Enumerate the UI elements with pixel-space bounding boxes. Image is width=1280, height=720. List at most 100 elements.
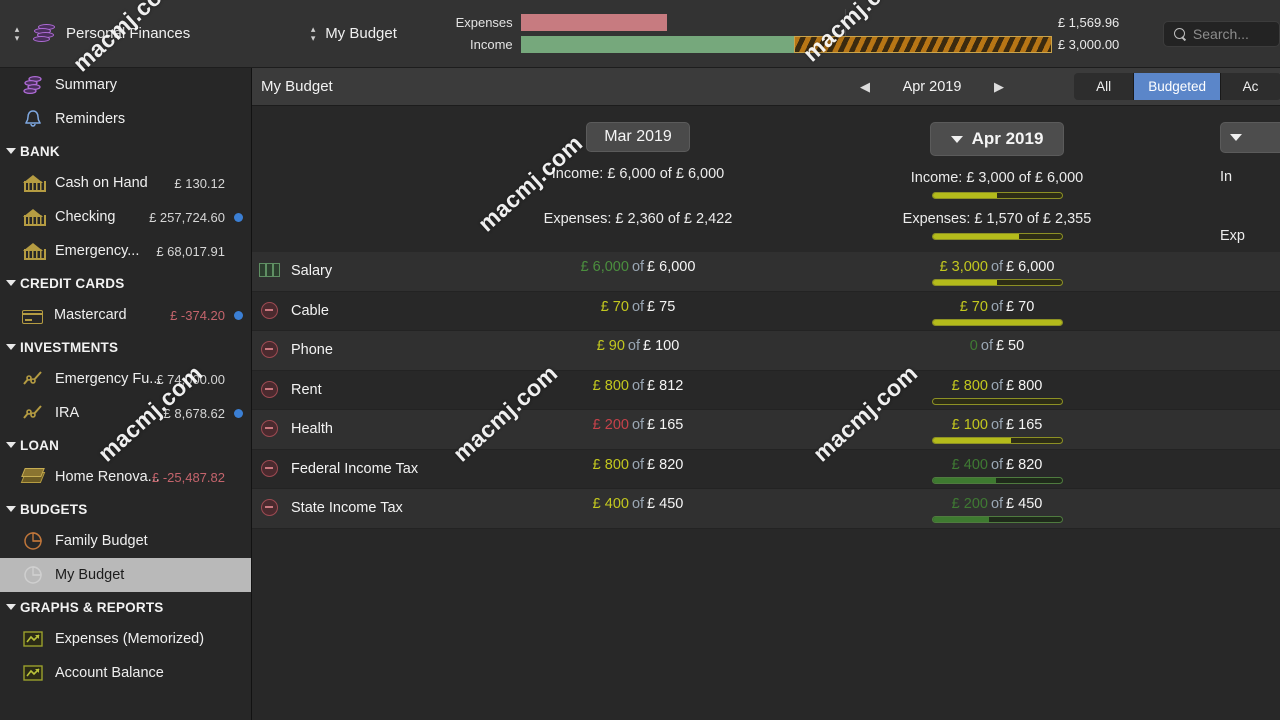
file-selector[interactable]: ▴ ▾ Personal Finances — [0, 23, 292, 45]
month-pill-apr[interactable]: Apr 2019 — [929, 122, 1065, 156]
cell-values: £ 70 of £ 70 — [857, 299, 1137, 315]
disclosure-triangle-icon[interactable] — [6, 506, 16, 512]
cell-values: £ 3,000 of £ 6,000 — [857, 259, 1137, 275]
actual-amount: £ 70 — [600, 298, 629, 315]
budget-amount: £ 6,000 — [647, 259, 696, 275]
of-separator: of — [990, 377, 1004, 394]
disclosure-triangle-icon[interactable] — [6, 280, 16, 286]
budget-cell-mar[interactable]: £ 70 of £ 75 — [498, 292, 778, 332]
budget-cell-apr[interactable]: £ 800 of £ 800 — [857, 371, 1137, 411]
disclosure-triangle-icon[interactable] — [6, 344, 16, 350]
sidebar-item-label: Checking — [55, 209, 116, 225]
budget-amount: £ 100 — [643, 338, 680, 354]
budget-cell-mar[interactable]: £ 400 of £ 450 — [498, 489, 778, 529]
sidebar-item-emergency...[interactable]: Emergency... £ 68,017.91 — [0, 234, 251, 268]
budget-selector[interactable]: ▴ ▾ My Budget — [308, 24, 434, 43]
budget-cell-mar[interactable]: £ 200 of £ 165 — [498, 410, 778, 450]
sidebar-group-bank[interactable]: BANK — [0, 136, 251, 166]
table-row[interactable]: Cable £ 70 of £ 75 £ 70 of £ 70 — [252, 291, 1280, 332]
sidebar-item-emergency-fu...[interactable]: Emergency Fu... £ 74,000.00 — [0, 362, 251, 396]
next-income-label: In — [1220, 169, 1233, 185]
category-name: Cable — [291, 302, 329, 319]
sidebar-item-home-renova...[interactable]: Home Renova... £ -25,487.82 — [0, 460, 251, 494]
month-navigator[interactable]: ◀ Apr 2019 ▶ — [860, 68, 1004, 106]
sidebar-group-credit-cards[interactable]: CREDIT CARDS — [0, 268, 251, 298]
sidebar-item-ira[interactable]: IRA £ 8,678.62 — [0, 396, 251, 430]
budget-cell-apr[interactable]: £ 70 of £ 70 — [857, 292, 1137, 332]
column-expenses-progress — [931, 233, 1063, 240]
sidebar-group-label: BANK — [20, 143, 60, 159]
budget-cell-apr[interactable]: £ 100 of £ 165 — [857, 410, 1137, 450]
sidebar-group-graphs-reports[interactable]: GRAPHS & REPORTS — [0, 592, 251, 622]
table-row[interactable]: Salary £ 6,000 of £ 6,000 £ 3,000 of £ 6,000 — [252, 252, 1280, 292]
of-separator: of — [631, 417, 645, 433]
graph-icon — [22, 629, 44, 649]
next-month-button[interactable]: ▶ — [994, 79, 1004, 95]
column-header-mar: Mar 2019 Income: £ 6,000 of £ 6,000 Expens… — [498, 106, 778, 227]
budget-cell-mar[interactable]: £ 800 of £ 820 — [498, 450, 778, 490]
prev-month-button[interactable]: ◀ — [860, 79, 870, 95]
sidebar-item-amount: £ 130.12 — [174, 175, 225, 191]
sidebar-item-expenses-memorized[interactable]: Expenses (Memorized) — [0, 622, 251, 656]
sidebar-group-investments[interactable]: INVESTMENTS — [0, 332, 251, 362]
budget-cell-apr[interactable]: £ 3,000 of £ 6,000 — [857, 252, 1137, 292]
sidebar-item-checking[interactable]: Checking £ 257,724.60 — [0, 200, 251, 234]
sidebar-item-mastercard[interactable]: Mastercard £ -374.20 — [0, 298, 251, 332]
table-row[interactable]: Health £ 200 of £ 165 £ 100 of £ 165 — [252, 410, 1280, 450]
search-icon — [1173, 27, 1186, 40]
filter-tab-budgeted[interactable]: Budgeted — [1134, 73, 1221, 100]
budget-stepper-icon[interactable]: ▴ ▾ — [308, 24, 318, 43]
sidebar-group-loan[interactable]: LOAN — [0, 430, 251, 460]
month-pill-mar[interactable]: Mar 2019 — [586, 122, 690, 152]
month-pill-next[interactable] — [1220, 122, 1280, 153]
sidebar-group-label: LOAN — [20, 437, 60, 453]
status-dot — [234, 212, 243, 222]
column-summary-mar: Income: £ 6,000 of £ 6,000 Expenses: £ 2,… — [498, 166, 778, 227]
budget-cell-apr[interactable]: 0 of £ 50 — [857, 331, 1137, 371]
filter-tab-ac[interactable]: Ac — [1221, 73, 1280, 100]
table-row[interactable]: Rent £ 800 of £ 812 £ 800 of £ 800 — [252, 370, 1280, 411]
sidebar-item-family-budget[interactable]: Family Budget — [0, 524, 251, 558]
sidebar-item-account-balance[interactable]: Account Balance — [0, 656, 251, 690]
budget-cell-mar[interactable]: £ 6,000 of £ 6,000 — [498, 252, 778, 292]
filter-tab-all[interactable]: All — [1074, 73, 1135, 100]
minus-circle-icon — [261, 380, 278, 398]
of-separator: of — [990, 417, 1004, 433]
sidebar[interactable]: Summary Reminders BANK Cash on Hand £ 130.12… — [0, 68, 252, 720]
sidebar-item-label: Emergency Fu... — [55, 371, 162, 387]
status-dot — [234, 408, 243, 418]
table-row[interactable]: State Income Tax £ 400 of £ 450 £ 200 of £ 450 — [252, 489, 1280, 529]
sidebar-item-cash-on-hand[interactable]: Cash on Hand £ 130.12 — [0, 166, 251, 200]
coins-icon — [31, 23, 57, 45]
sidebar-item-summary[interactable]: Summary — [0, 68, 251, 102]
top-toolbar: ▴ ▾ Personal Finances ▴ ▾ My Budget Expens… — [0, 0, 1280, 68]
sidebar-item-label: Family Budget — [55, 533, 148, 549]
budget-cell-mar[interactable]: £ 90 of £ 100 — [498, 331, 778, 371]
disclosure-triangle-icon[interactable] — [6, 604, 16, 610]
chart-income-label: Income — [470, 37, 513, 52]
chevron-down-icon[interactable] — [1230, 134, 1242, 141]
cell-progress-bar — [931, 397, 1063, 405]
column-header-apr: Apr 2019 Income: £ 3,000 of £ 6,000 Expens… — [857, 106, 1137, 240]
disclosure-triangle-icon[interactable] — [6, 442, 16, 448]
cell-progress-bar — [931, 437, 1063, 444]
filter-segmented-control[interactable]: All Budgeted Ac — [1074, 73, 1280, 100]
sidebar-item-reminders[interactable]: Reminders — [0, 102, 251, 136]
sidebar-item-label: Expenses (Memorized) — [55, 631, 205, 647]
of-separator: of — [980, 338, 993, 354]
budget-cell-mar[interactable]: £ 800 of £ 812 — [498, 371, 778, 411]
budget-cell-apr[interactable]: £ 400 of £ 820 — [857, 450, 1137, 490]
sidebar-group-budgets[interactable]: BUDGETS — [0, 494, 251, 524]
current-month-label: Apr 2019 — [902, 79, 962, 95]
chevron-down-icon[interactable] — [950, 135, 963, 143]
sidebar-item-my-budget[interactable]: My Budget — [0, 558, 251, 592]
disclosure-triangle-icon[interactable] — [6, 148, 16, 154]
content-header: My Budget ◀ Apr 2019 ▶ All Budgeted Ac — [252, 68, 1280, 106]
budget-cell-apr[interactable]: £ 200 of £ 450 — [857, 489, 1137, 529]
file-stepper-icon[interactable]: ▴ ▾ — [12, 24, 22, 43]
of-separator: of — [631, 298, 645, 315]
table-row[interactable]: Phone £ 90 of £ 100 0 of £ 50 — [252, 331, 1280, 371]
table-row[interactable]: Federal Income Tax £ 800 of £ 820 £ 400 of £ 8… — [252, 449, 1280, 490]
chart-income-bar — [520, 36, 795, 53]
search-field[interactable]: Search... — [1162, 20, 1280, 47]
